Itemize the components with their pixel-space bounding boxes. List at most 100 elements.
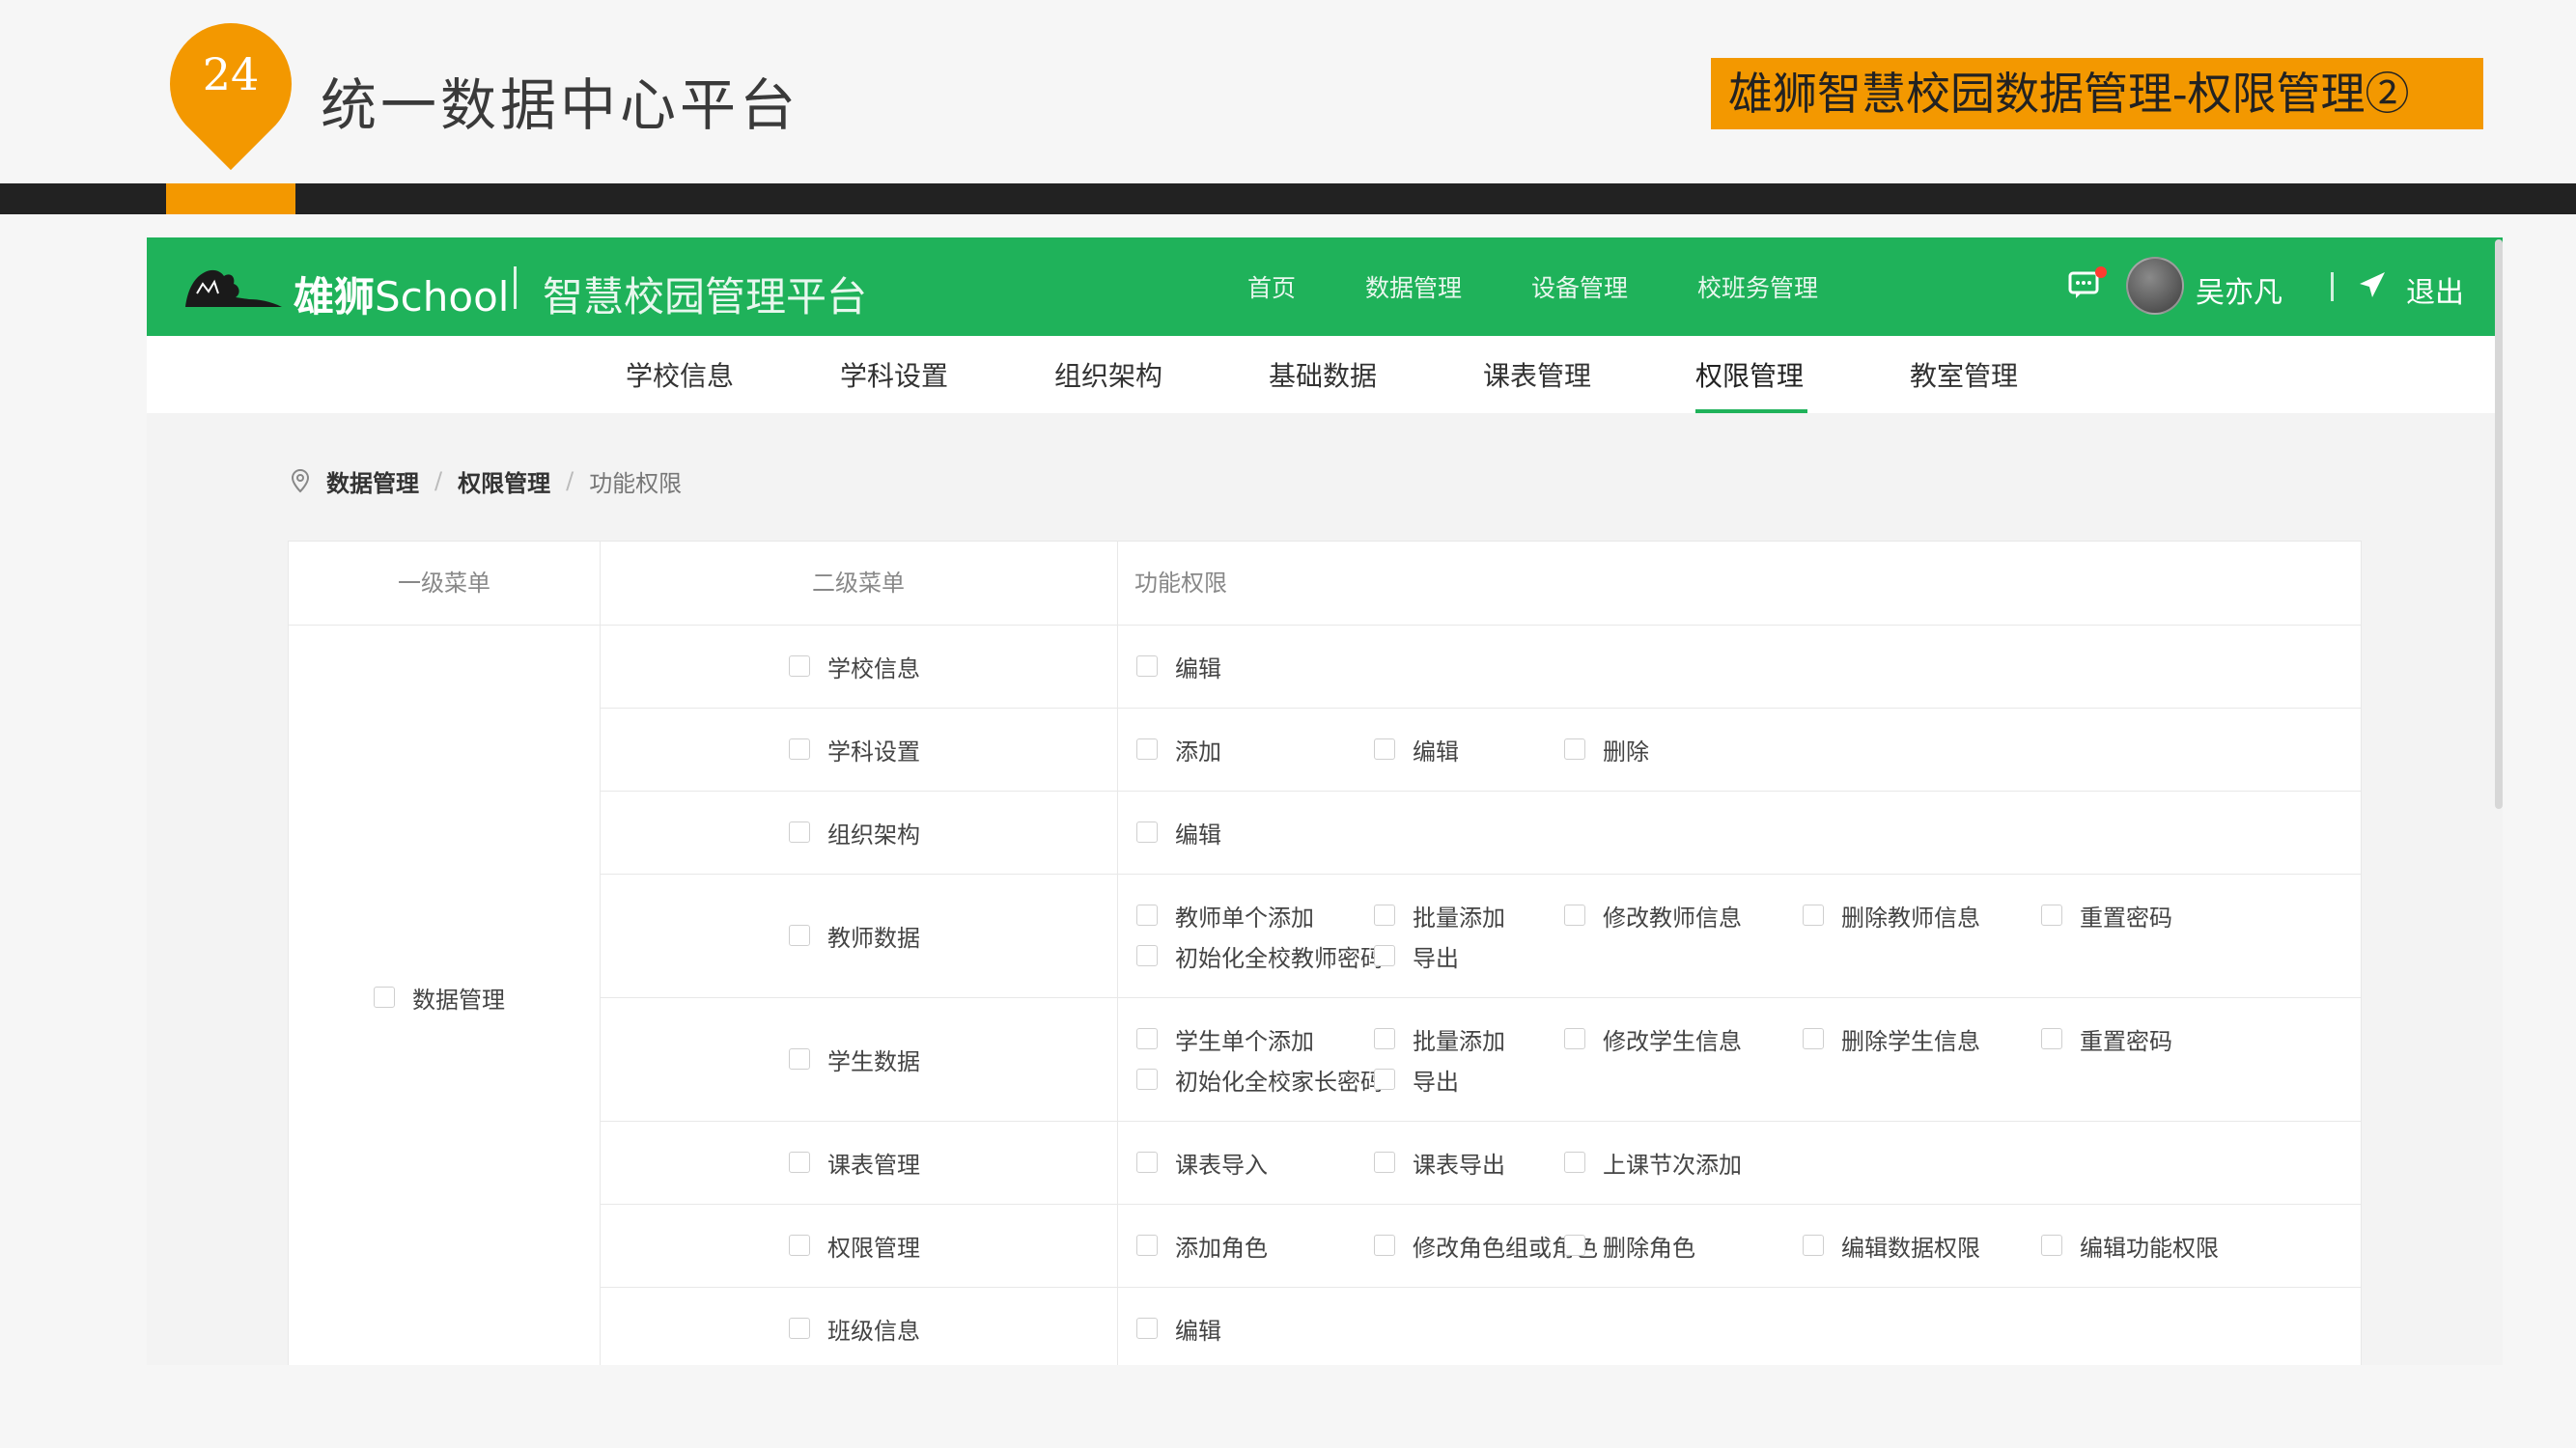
permission-label: 批量添加 [1413, 904, 1505, 932]
brand-name: 雄狮School [294, 265, 509, 323]
permission-label: 编辑功能权限 [2080, 1234, 2219, 1262]
permission-checkbox[interactable] [1803, 1028, 1824, 1049]
permission-checkbox[interactable] [1803, 1235, 1824, 1256]
send-icon[interactable] [2358, 270, 2387, 299]
user-name[interactable]: 吴亦凡 [2196, 268, 2282, 311]
nav-data-management[interactable]: 数据管理 [1365, 269, 1462, 304]
active-tab-indicator [1695, 409, 1807, 413]
permission-checkbox[interactable] [1374, 1152, 1395, 1173]
permission-item: 编辑 [1136, 1308, 1221, 1349]
tab-school-info[interactable]: 学校信息 [626, 355, 734, 394]
permission-item: 添加 [1136, 729, 1221, 769]
breadcrumb-permissions[interactable]: 权限管理 [458, 464, 550, 498]
permission-item: 批量添加 [1374, 895, 1505, 935]
permission-checkbox[interactable] [1136, 905, 1158, 926]
permission-item: 课表导入 [1136, 1142, 1268, 1183]
permission-item: 学生单个添加 [1136, 1018, 1314, 1059]
permission-label: 初始化全校教师密码 [1175, 944, 1384, 972]
permission-label: 重置密码 [2080, 904, 2172, 932]
permission-item: 批量添加 [1374, 1018, 1505, 1059]
permission-checkbox[interactable] [1374, 1028, 1395, 1049]
permission-checkbox[interactable] [1374, 945, 1395, 966]
permission-item: 重置密码 [2041, 1018, 2172, 1059]
permission-checkbox[interactable] [1136, 1028, 1158, 1049]
secondary-menu-label: 组织架构 [827, 821, 920, 849]
tab-subject-settings[interactable]: 学科设置 [840, 355, 948, 394]
brand-name-cn: 雄狮 [294, 273, 376, 320]
permission-checkbox[interactable] [2041, 905, 2062, 926]
permission-checkbox[interactable] [1803, 905, 1824, 926]
breadcrumb-separator: / [434, 467, 443, 494]
permission-checkbox[interactable] [1136, 1235, 1158, 1256]
tab-permissions[interactable]: 权限管理 [1695, 355, 1804, 394]
permission-label: 导出 [1413, 944, 1459, 972]
permission-checkbox[interactable] [1136, 1152, 1158, 1173]
permission-checkbox[interactable] [1374, 1235, 1395, 1256]
nav-device-management[interactable]: 设备管理 [1531, 269, 1628, 304]
secondary-menu-checkbox[interactable] [789, 1048, 810, 1070]
permission-label: 添加角色 [1175, 1234, 1268, 1262]
nav-class-management[interactable]: 校班务管理 [1697, 269, 1818, 304]
logout-button[interactable]: 退出 [2406, 268, 2464, 311]
permission-label: 删除学生信息 [1841, 1027, 1980, 1055]
permission-item: 删除学生信息 [1803, 1018, 1980, 1059]
top-navbar: 雄狮School 智慧校园管理平台 首页 数据管理 设备管理 校班务管理 吴亦凡… [147, 237, 2503, 336]
permission-checkbox[interactable] [1564, 905, 1585, 926]
secondary-menu-checkbox[interactable] [789, 925, 810, 946]
secondary-menu-label: 学校信息 [827, 654, 920, 682]
permission-checkbox[interactable] [1564, 1152, 1585, 1173]
permission-item: 编辑 [1136, 812, 1221, 852]
permission-item: 编辑功能权限 [2041, 1225, 2219, 1266]
main-nav: 首页 数据管理 设备管理 校班务管理 [1247, 237, 1888, 336]
notification-dot [2095, 266, 2107, 278]
permission-table: 一级菜单 二级菜单 功能权限 学校信息 编辑 学科设置 添加 编辑 删除 组织架构 编辑 教师数… [288, 541, 2362, 1365]
permission-checkbox[interactable] [2041, 1235, 2062, 1256]
permission-checkbox[interactable] [1564, 1028, 1585, 1049]
secondary-menu-checkbox[interactable] [789, 655, 810, 677]
secondary-menu-checkbox[interactable] [789, 821, 810, 843]
header-divider [289, 625, 2361, 626]
permission-label: 编辑 [1175, 654, 1221, 682]
primary-menu-checkbox[interactable] [374, 987, 395, 1008]
permission-checkbox[interactable] [1136, 1318, 1158, 1339]
permission-label: 上课节次添加 [1603, 1151, 1742, 1179]
permission-checkbox[interactable] [1136, 1069, 1158, 1090]
permission-checkbox[interactable] [1374, 1069, 1395, 1090]
permission-label: 删除角色 [1603, 1234, 1695, 1262]
permission-item: 初始化全校家长密码 [1136, 1059, 1384, 1100]
permission-label: 添加 [1175, 738, 1221, 766]
breadcrumb-current: 功能权限 [589, 469, 683, 497]
tab-org-structure[interactable]: 组织架构 [1054, 355, 1162, 394]
permission-checkbox[interactable] [1564, 1235, 1585, 1256]
permission-label: 课表导入 [1175, 1151, 1268, 1179]
header-secondary-menu: 二级菜单 [812, 570, 905, 597]
slide-header: 24 统一数据中心平台 雄狮智慧校园数据管理-权限管理② [0, 0, 2576, 183]
permission-label: 删除 [1603, 738, 1649, 766]
secondary-menu-cell: 学科设置 [789, 708, 920, 791]
permission-item: 导出 [1374, 1059, 1459, 1100]
breadcrumb-data-management[interactable]: 数据管理 [326, 464, 419, 498]
secondary-menu-checkbox[interactable] [789, 1152, 810, 1173]
lion-logo-icon[interactable] [182, 265, 288, 313]
permission-checkbox[interactable] [1374, 738, 1395, 760]
secondary-menu-checkbox[interactable] [789, 738, 810, 760]
tab-classrooms[interactable]: 教室管理 [1910, 355, 2018, 394]
tab-basic-data[interactable]: 基础数据 [1269, 355, 1377, 394]
permission-checkbox[interactable] [1136, 655, 1158, 677]
permission-label: 修改教师信息 [1603, 904, 1742, 932]
header-primary-menu: 一级菜单 [398, 570, 490, 597]
permission-checkbox[interactable] [1136, 945, 1158, 966]
secondary-menu-cell: 学校信息 [789, 625, 920, 708]
tab-timetable[interactable]: 课表管理 [1483, 355, 1591, 394]
nav-home[interactable]: 首页 [1247, 269, 1296, 304]
permission-checkbox[interactable] [2041, 1028, 2062, 1049]
permission-checkbox[interactable] [1136, 821, 1158, 843]
secondary-menu-label: 权限管理 [827, 1234, 920, 1262]
secondary-menu-checkbox[interactable] [789, 1318, 810, 1339]
permission-checkbox[interactable] [1136, 738, 1158, 760]
secondary-menu-checkbox[interactable] [789, 1235, 810, 1256]
scrollbar[interactable] [2495, 239, 2503, 809]
permission-checkbox[interactable] [1564, 738, 1585, 760]
avatar[interactable] [2126, 257, 2184, 315]
permission-checkbox[interactable] [1374, 905, 1395, 926]
